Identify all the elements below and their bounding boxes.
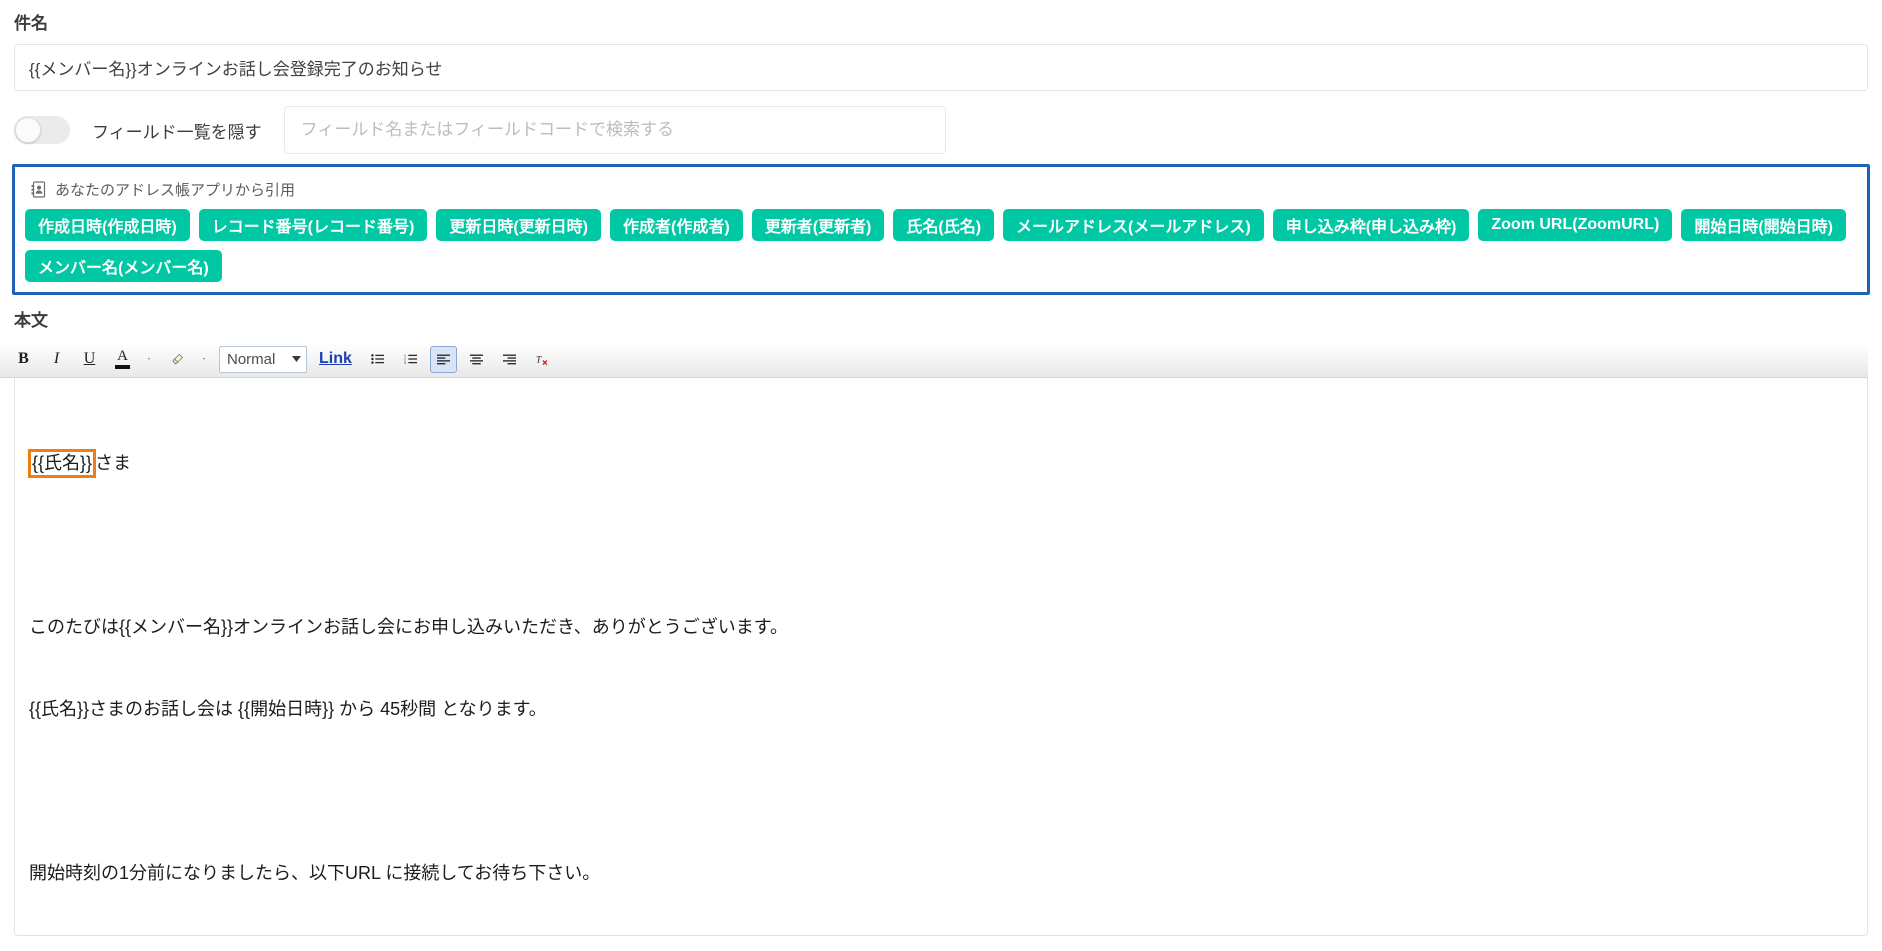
align-right-icon[interactable] <box>496 346 523 373</box>
body-line-connect: 開始時刻の1分前になりましたら、以下URL に接続してお待ち下さい。 <box>29 862 601 883</box>
body-line-thanks: このたびは{{メンバー名}}オンラインお話し会にお申し込みいただき、ありがとうご… <box>29 616 788 637</box>
field-tag[interactable]: Zoom URL(ZoomURL) <box>1478 209 1673 242</box>
highlighter-chevron-down-icon[interactable] <box>197 346 211 373</box>
toggle-knob <box>15 117 41 144</box>
editor-toolbar: B I U A Normal Link 1 2 3 T <box>0 341 1868 378</box>
body-content-editable[interactable]: {{氏名}} さま このたびは{{メンバー名}}オンラインお話し会にお申し込みいた… <box>14 377 1868 936</box>
field-tag[interactable]: 更新日時(更新日時) <box>436 209 602 242</box>
body-line-greeting: {{氏名}} さま <box>28 448 1853 478</box>
body-block: 本文 B I U A Normal Link 1 2 3 T {{氏名}} さま… <box>0 295 1882 936</box>
body-label: 本文 <box>14 311 48 331</box>
field-tag-panel: あなたのアドレス帳アプリから引用 作成日時(作成日時) レコード番号(レコード番… <box>12 164 1870 296</box>
link-button[interactable]: Link <box>319 350 352 368</box>
bullet-list-icon[interactable] <box>364 346 391 373</box>
paragraph-style-select[interactable]: Normal <box>219 345 307 373</box>
svg-text:3: 3 <box>404 361 406 365</box>
field-tag[interactable]: メールアドレス(メールアドレス) <box>1003 209 1264 242</box>
underline-icon[interactable]: U <box>76 346 103 373</box>
subject-input[interactable] <box>14 44 1868 92</box>
field-tag[interactable]: 開始日時(開始日時) <box>1681 209 1847 242</box>
align-left-icon[interactable] <box>429 345 457 373</box>
field-tag-list: 作成日時(作成日時) レコード番号(レコード番号) 更新日時(更新日時) 作成者… <box>25 209 1857 283</box>
bold-glyph: B <box>18 350 29 368</box>
font-color-swatch <box>115 365 130 370</box>
font-color-chevron-down-icon[interactable] <box>142 346 156 373</box>
field-tag[interactable]: 作成者(作成者) <box>610 209 743 242</box>
field-tag[interactable]: レコード番号(レコード番号) <box>198 209 428 242</box>
field-tag[interactable]: メンバー名(メンバー名) <box>25 250 222 283</box>
field-tag[interactable]: 更新者(更新者) <box>751 209 885 242</box>
field-visibility-row: フィールド一覧を隠す <box>0 91 1882 155</box>
hide-field-list-toggle[interactable] <box>14 116 70 145</box>
field-search-input[interactable] <box>283 106 946 155</box>
body-line-schedule: {{氏名}}さまのお話し会は {{開始日時}} から 45秒間 となります。 <box>29 699 547 720</box>
bold-icon[interactable]: B <box>10 346 37 373</box>
subject-block: 件名 <box>0 0 1882 92</box>
italic-glyph: I <box>53 350 60 368</box>
field-tag[interactable]: 作成日時(作成日時) <box>25 209 190 242</box>
subject-label: 件名 <box>14 14 48 33</box>
field-tag[interactable]: 氏名(氏名) <box>893 209 995 242</box>
hide-field-list-label: フィールド一覧を隠す <box>92 122 262 142</box>
field-tag[interactable]: 申し込み枠(申し込み枠) <box>1272 209 1470 242</box>
rich-text-editor: B I U A Normal Link 1 2 3 T {{氏名}} さま この… <box>0 341 1868 936</box>
highlighter-icon[interactable] <box>164 346 191 373</box>
paragraph-style-value: Normal <box>227 350 276 368</box>
body-blank-line <box>29 532 1853 559</box>
address-book-icon <box>31 181 46 198</box>
align-center-icon[interactable] <box>463 346 490 373</box>
chevron-down-icon <box>292 356 301 363</box>
font-color-icon[interactable]: A <box>109 346 136 373</box>
clear-format-icon[interactable]: T <box>529 346 556 373</box>
italic-icon[interactable]: I <box>43 346 70 373</box>
greeting-suffix: さま <box>95 452 132 473</box>
svg-text:T: T <box>536 354 542 365</box>
field-panel-header-label: あなたのアドレス帳アプリから引用 <box>55 182 296 200</box>
field-panel-header: あなたのアドレス帳アプリから引用 <box>31 179 1857 200</box>
font-color-glyph: A <box>117 348 128 365</box>
numbered-list-icon[interactable]: 1 2 3 <box>397 346 424 373</box>
body-blank-line <box>29 778 1853 805</box>
underline-glyph: U <box>83 350 96 368</box>
placeholder-token-name: {{氏名}} <box>28 448 97 478</box>
